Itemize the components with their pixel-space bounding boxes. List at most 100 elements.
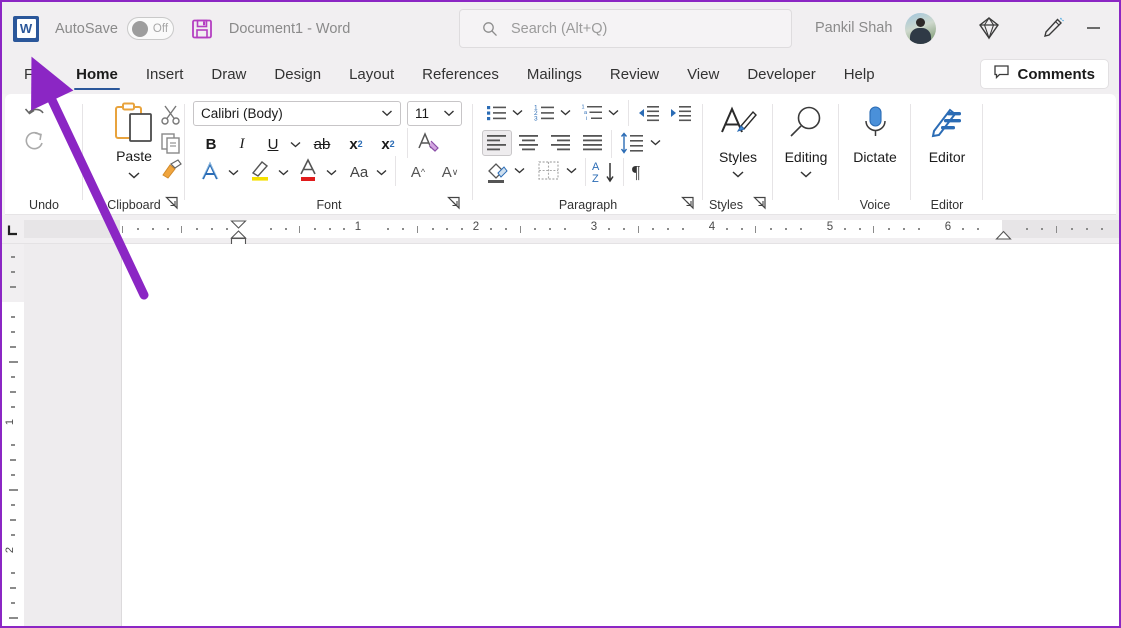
undo-icon[interactable] [21, 100, 49, 128]
inline-separator [395, 156, 396, 186]
text-effects-chevron-down-icon[interactable] [225, 160, 241, 184]
tab-layout[interactable]: Layout [335, 55, 408, 94]
increase-indent-icon[interactable] [669, 102, 693, 124]
sort-icon[interactable]: A Z [591, 160, 619, 182]
highlight-chevron-down-icon[interactable] [275, 160, 291, 184]
avatar[interactable] [905, 13, 936, 44]
minimize-button[interactable] [1076, 12, 1110, 44]
paste-chevron-down-icon[interactable] [126, 167, 142, 177]
numbering-icon[interactable]: 1 2 3 [533, 102, 557, 124]
font-name-combobox[interactable]: Calibri (Body) [193, 101, 401, 126]
justify-icon[interactable] [581, 132, 605, 154]
numbering-chevron-down-icon[interactable] [559, 104, 575, 126]
shrink-font-button[interactable]: A∨ [437, 160, 463, 184]
font-color-icon[interactable] [297, 158, 323, 182]
tab-layout-label: Layout [349, 66, 394, 83]
grow-font-button[interactable]: A^ [405, 160, 431, 184]
horizontal-ruler[interactable]: 1 2 3 4 [2, 215, 1119, 244]
editing-button[interactable]: Editing [776, 104, 836, 184]
paste-icon[interactable] [109, 102, 159, 148]
change-case-button[interactable]: Aa [345, 160, 373, 184]
paragraph-dialog-launcher[interactable] [681, 196, 695, 210]
strikethrough-button[interactable]: ab [309, 132, 335, 156]
tab-home-label: Home [76, 66, 118, 83]
tab-draw[interactable]: Draw [197, 55, 260, 94]
document-title: Document1 - Word [229, 21, 350, 37]
subscript-button[interactable]: x2 [343, 132, 369, 156]
multilevel-list-icon[interactable]: 1 a i [581, 102, 605, 124]
editing-chevron-down-icon[interactable] [776, 166, 836, 184]
tab-insert-label: Insert [146, 66, 184, 83]
font-name-chevron-down-icon[interactable] [380, 106, 394, 121]
tab-insert[interactable]: Insert [132, 55, 198, 94]
subscript-base: x [349, 136, 357, 153]
microsoft-365-diamond-icon[interactable] [975, 14, 1003, 42]
ink-pen-icon[interactable] [1038, 14, 1066, 42]
shading-icon[interactable] [485, 160, 511, 182]
underline-chevron-down-icon[interactable] [287, 132, 303, 156]
tab-view[interactable]: View [673, 55, 733, 94]
align-left-icon[interactable] [485, 132, 509, 154]
tab-design[interactable]: Design [260, 55, 335, 94]
dictate-button[interactable]: Dictate [843, 104, 907, 165]
align-center-icon[interactable] [517, 132, 541, 154]
font-dialog-launcher[interactable] [447, 196, 461, 210]
editor-button[interactable]: Editor [915, 104, 979, 165]
tab-home[interactable]: Home [62, 55, 132, 94]
right-indent-marker[interactable] [995, 227, 1012, 245]
tab-mailings[interactable]: Mailings [513, 55, 596, 94]
bold-button[interactable]: B [199, 132, 223, 156]
word-window: W AutoSave Off Document1 - Word [0, 0, 1121, 628]
tab-file[interactable]: File [10, 55, 62, 94]
tab-review[interactable]: Review [596, 55, 673, 94]
superscript-button[interactable]: x2 [375, 132, 401, 156]
vertical-ruler[interactable]: 1 2 [2, 244, 24, 628]
save-icon[interactable] [191, 18, 213, 40]
font-size-combobox[interactable]: 11 [407, 101, 462, 126]
page-left-margin-shade [24, 244, 122, 628]
clipboard-dialog-launcher[interactable] [165, 196, 179, 210]
editor-button-label: Editor [915, 149, 979, 165]
format-painter-icon[interactable] [160, 158, 182, 180]
styles-dialog-launcher[interactable] [753, 196, 767, 210]
shading-chevron-down-icon[interactable] [513, 162, 529, 184]
styles-button[interactable]: Styles [711, 104, 765, 184]
font-size-chevron-down-icon[interactable] [442, 106, 456, 121]
borders-icon[interactable] [537, 160, 563, 182]
line-spacing-icon[interactable] [619, 132, 647, 154]
line-spacing-chevron-down-icon[interactable] [649, 134, 665, 156]
inline-separator [628, 100, 629, 126]
change-case-chevron-down-icon[interactable] [373, 160, 389, 184]
vruler-number: 1 [4, 419, 16, 425]
tab-stop-selector-icon[interactable] [7, 223, 19, 235]
autosave-toggle-state: Off [153, 23, 168, 35]
tab-references[interactable]: References [408, 55, 513, 94]
font-color-chevron-down-icon[interactable] [323, 160, 339, 184]
ruler-number: 5 [827, 221, 833, 233]
tab-help[interactable]: Help [830, 55, 889, 94]
show-formatting-marks-icon[interactable]: ¶ [629, 160, 651, 182]
styles-chevron-down-icon[interactable] [711, 166, 765, 184]
redo-icon[interactable] [21, 125, 49, 153]
underline-button[interactable]: U [261, 132, 285, 156]
borders-chevron-down-icon[interactable] [565, 162, 581, 184]
bullets-chevron-down-icon[interactable] [511, 104, 527, 126]
autosave-toggle[interactable]: Off [127, 17, 174, 40]
account-name[interactable]: Pankil Shah [815, 20, 892, 36]
italic-button[interactable]: I [230, 132, 254, 156]
text-highlight-color-icon[interactable] [247, 158, 275, 182]
align-right-icon[interactable] [549, 132, 573, 154]
decrease-indent-icon[interactable] [637, 102, 661, 124]
cut-scissors-icon[interactable] [160, 104, 182, 126]
inline-separator [611, 130, 612, 158]
multilevel-list-chevron-down-icon[interactable] [607, 104, 623, 126]
clear-formatting-icon[interactable] [415, 130, 443, 154]
word-app-icon[interactable]: W [13, 16, 39, 42]
copy-icon[interactable] [160, 132, 182, 154]
search-box[interactable]: Search (Alt+Q) [459, 9, 792, 48]
tab-developer[interactable]: Developer [733, 55, 829, 94]
comments-button[interactable]: Comments [980, 59, 1109, 89]
document-canvas[interactable] [24, 244, 1119, 628]
text-effects-icon[interactable] [199, 160, 225, 184]
bullets-icon[interactable] [485, 102, 509, 124]
